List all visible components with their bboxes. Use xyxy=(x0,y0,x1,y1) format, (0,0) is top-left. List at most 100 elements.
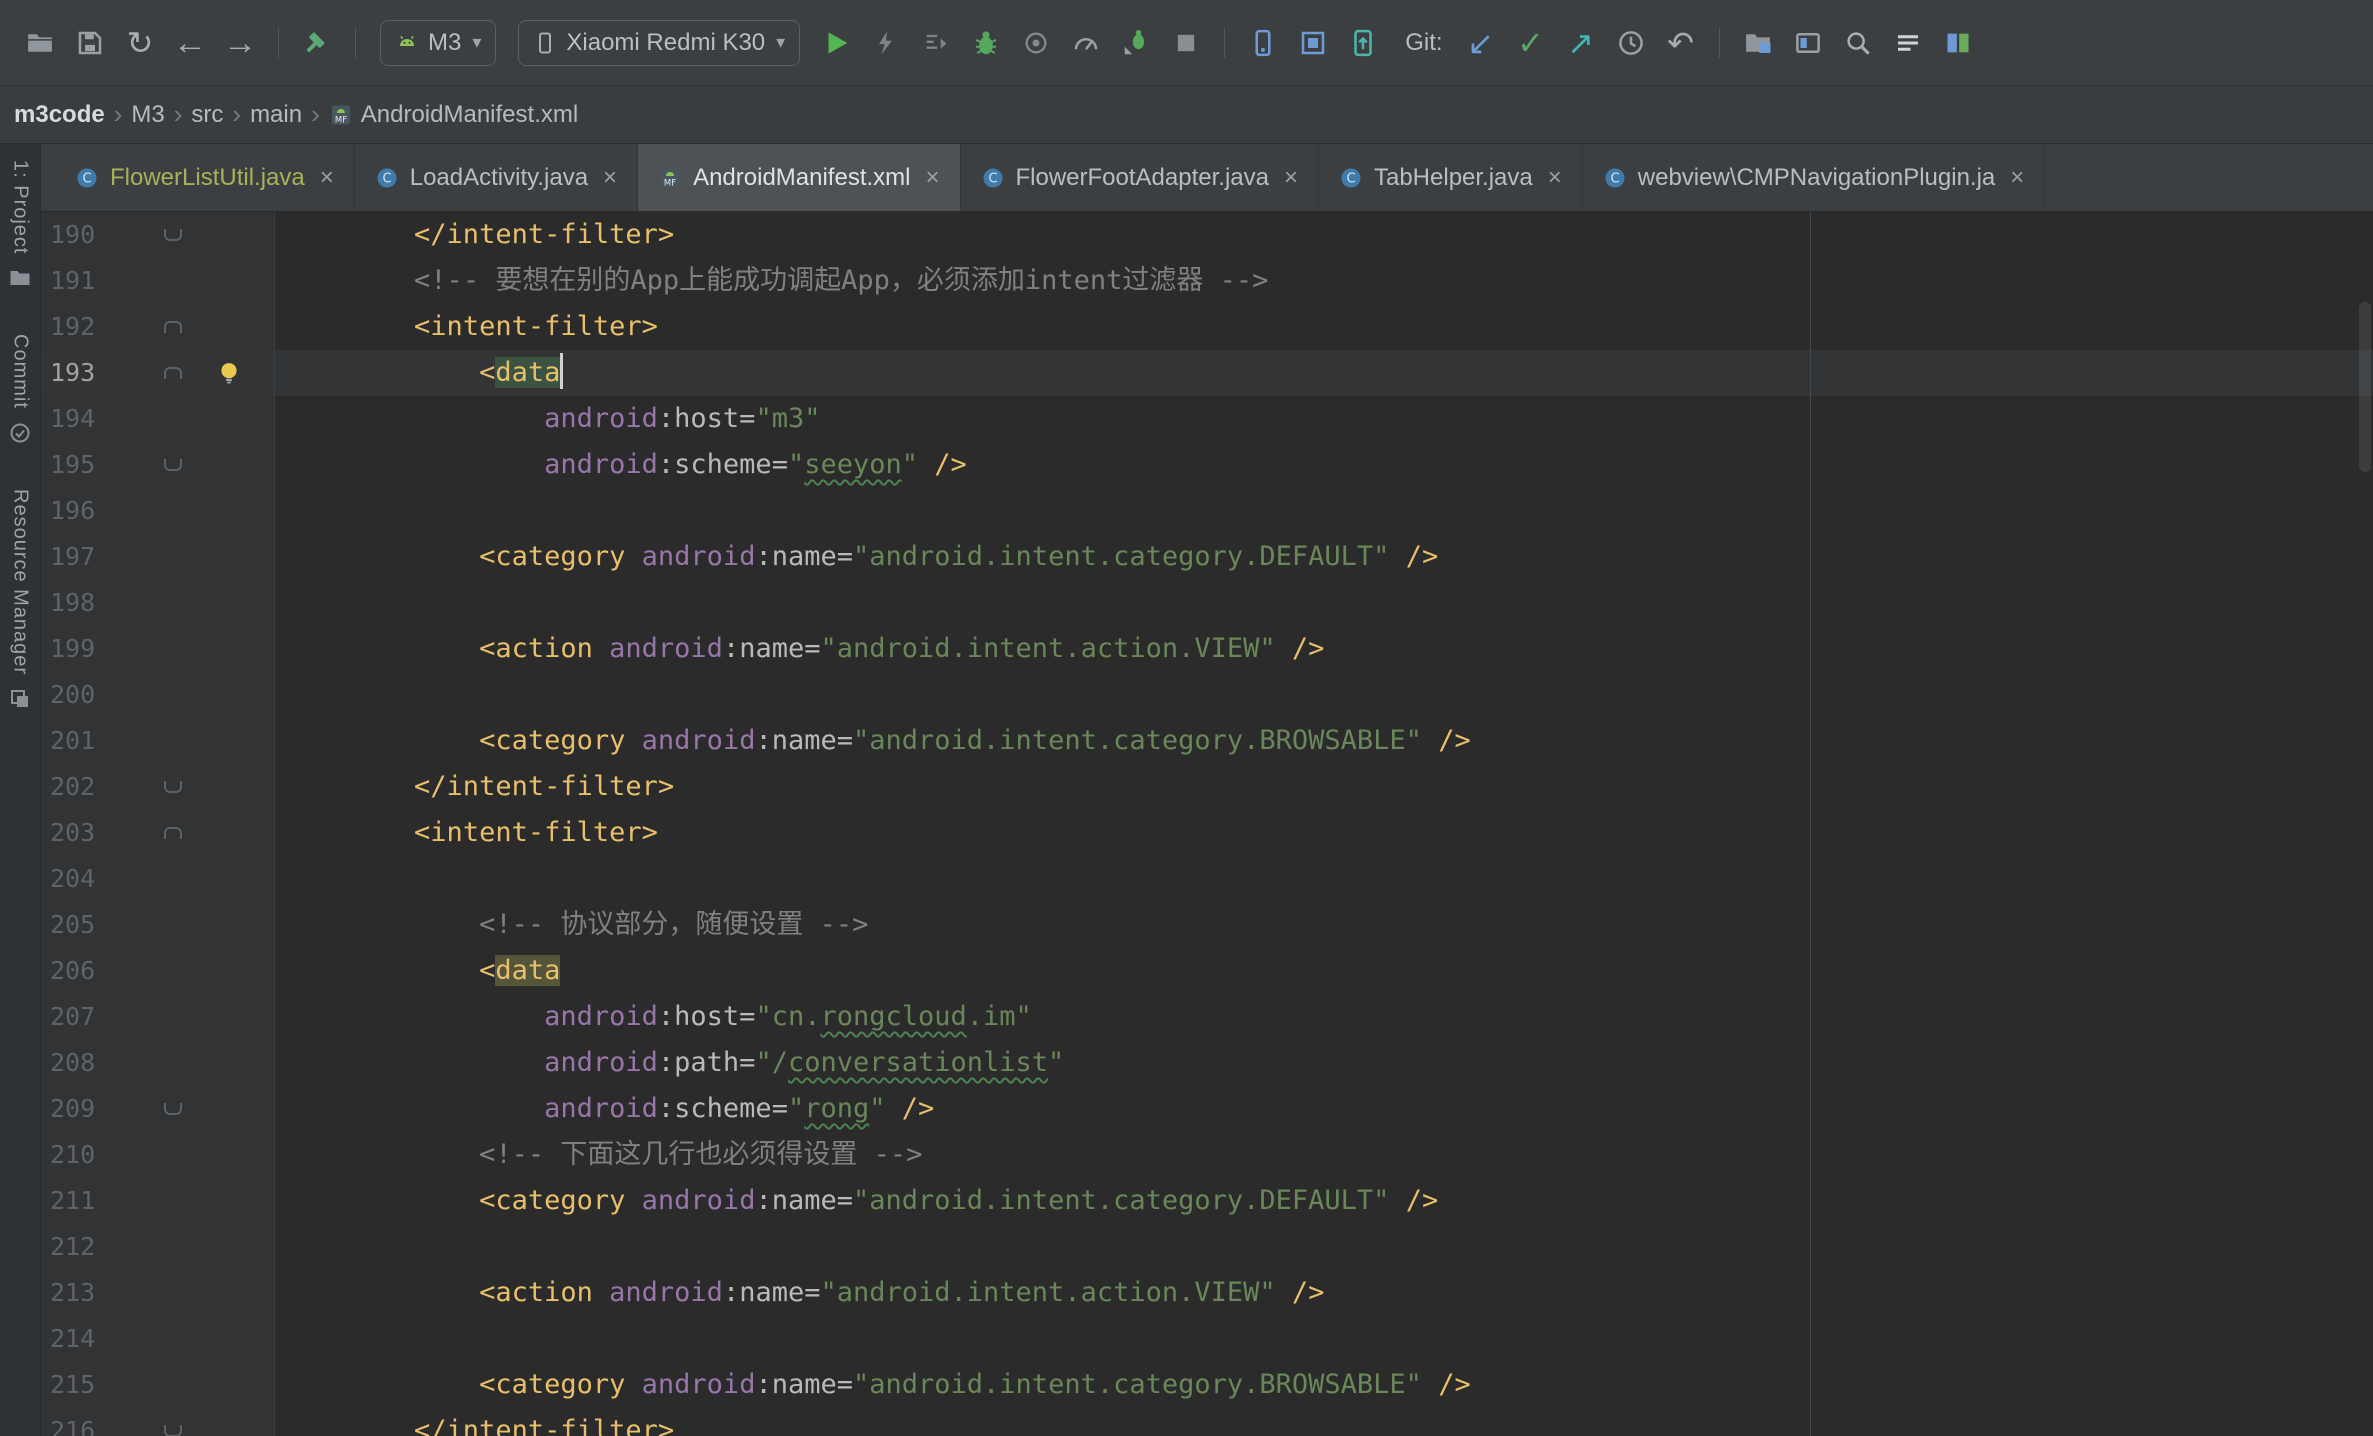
fold-marker-icon[interactable] xyxy=(164,1103,182,1115)
close-icon[interactable]: × xyxy=(320,164,334,192)
tab-androidmanifest-xml[interactable]: MFAndroidManifest.xml× xyxy=(638,144,960,211)
code-line[interactable]: android:path="/conversationlist" xyxy=(275,1040,2373,1086)
apply-code-changes-button[interactable] xyxy=(914,20,958,66)
run-config-select[interactable]: M3▾ xyxy=(380,20,496,66)
code-line[interactable] xyxy=(275,1224,2373,1270)
fold-marker-icon[interactable] xyxy=(164,321,182,333)
code-token: .im" xyxy=(967,1001,1032,1032)
debug-button[interactable] xyxy=(964,20,1008,66)
device-select[interactable]: Xiaomi Redmi K30▾ xyxy=(518,20,800,66)
tool-button-resource-manager[interactable]: Resource Manager xyxy=(8,489,32,711)
run-button[interactable] xyxy=(814,20,858,66)
code-line[interactable]: android:scheme="rong" /> xyxy=(275,1086,2373,1132)
breadcrumb-item-src[interactable]: src xyxy=(191,101,223,129)
save-all-button[interactable] xyxy=(68,20,112,66)
device-manager-icon xyxy=(1944,29,1972,57)
device-file-explorer-button[interactable] xyxy=(1341,20,1385,66)
code-line[interactable] xyxy=(275,488,2373,534)
code-line[interactable]: <category android:name="android.intent.c… xyxy=(275,1362,2373,1408)
fold-marker-icon[interactable] xyxy=(164,1425,182,1436)
editor-preview-button[interactable] xyxy=(1786,20,1830,66)
fold-marker-icon[interactable] xyxy=(164,459,182,471)
code-token: android xyxy=(544,403,658,434)
code-line[interactable]: <!-- 下面这几行也必须得设置 --> xyxy=(275,1132,2373,1178)
editor-scrollbar[interactable] xyxy=(2357,212,2373,1436)
code-line[interactable]: <category android:name="android.intent.c… xyxy=(275,718,2373,764)
layout-inspector-button[interactable] xyxy=(1291,20,1335,66)
editor-line-190: 190 </intent-filter> xyxy=(41,212,2373,258)
code-line[interactable]: <action android:name="android.intent.act… xyxy=(275,626,2373,672)
close-icon[interactable]: × xyxy=(1548,164,1562,192)
code-line[interactable] xyxy=(275,672,2373,718)
code-line[interactable] xyxy=(275,1316,2373,1362)
code-line[interactable]: </intent-filter> xyxy=(275,764,2373,810)
code-line[interactable]: <intent-filter> xyxy=(275,304,2373,350)
fold-marker-icon[interactable] xyxy=(164,367,182,379)
stop-button[interactable] xyxy=(1164,20,1208,66)
close-icon[interactable]: × xyxy=(2010,164,2024,192)
code-line[interactable]: </intent-filter> xyxy=(275,212,2373,258)
sync-button[interactable]: ↻ xyxy=(118,20,162,66)
breadcrumb-item-m3[interactable]: M3 xyxy=(131,101,164,129)
code-line[interactable]: android:host="m3" xyxy=(275,396,2373,442)
tab-label: FlowerListUtil.java xyxy=(110,164,305,192)
profile-button[interactable] xyxy=(1064,20,1108,66)
open-project-button[interactable] xyxy=(18,20,62,66)
fold-marker-icon[interactable] xyxy=(164,827,182,839)
code-line[interactable]: <intent-filter> xyxy=(275,810,2373,856)
breadcrumb-item-main[interactable]: main xyxy=(250,101,302,129)
git-push-button[interactable]: ↗ xyxy=(1559,20,1603,66)
tab-webview-cmpnavigationplugin-ja[interactable]: Cwebview\CMPNavigationPlugin.ja× xyxy=(1583,144,2046,211)
code-line[interactable]: android:host="cn.rongcloud.im" xyxy=(275,994,2373,1040)
fold-marker-icon[interactable] xyxy=(164,229,182,241)
code-line[interactable]: <!-- 要想在别的App上能成功调起App，必须添加intent过滤器 --> xyxy=(275,258,2373,304)
tab-flowerfootadapter-java[interactable]: CFlowerFootAdapter.java× xyxy=(961,144,1319,211)
open-project-icon xyxy=(25,28,55,58)
screen-capture-button[interactable] xyxy=(1241,20,1285,66)
coverage-button[interactable] xyxy=(1014,20,1058,66)
project-structure-button[interactable] xyxy=(1736,20,1780,66)
back-button[interactable]: ← xyxy=(168,20,212,66)
breadcrumb-item-androidmanifest-xml[interactable]: MFAndroidManifest.xml xyxy=(329,101,578,129)
code-line[interactable]: </intent-filter> xyxy=(275,1408,2373,1436)
apply-changes-button[interactable] xyxy=(864,20,908,66)
attach-profiler-button[interactable] xyxy=(1114,20,1158,66)
code-token xyxy=(918,449,934,480)
close-icon[interactable]: × xyxy=(1284,164,1298,192)
gutter: 203 xyxy=(41,810,275,856)
line-number: 199 xyxy=(50,626,149,672)
close-icon[interactable]: × xyxy=(603,164,617,192)
build-button[interactable] xyxy=(295,20,339,66)
code-line[interactable]: <category android:name="android.intent.c… xyxy=(275,534,2373,580)
tool-button-commit[interactable]: Commit xyxy=(8,334,32,445)
code-line[interactable]: <category android:name="android.intent.c… xyxy=(275,1178,2373,1224)
fold-marker-icon[interactable] xyxy=(164,781,182,793)
code-line[interactable]: <data xyxy=(275,948,2373,994)
code-token: android xyxy=(544,1047,658,1078)
git-commit-button[interactable]: ✓ xyxy=(1509,20,1553,66)
code-line[interactable]: <data xyxy=(275,350,2373,396)
tab-loadactivity-java[interactable]: CLoadActivity.java× xyxy=(355,144,638,211)
screen-keyboard-button[interactable] xyxy=(1886,20,1930,66)
tool-button-project[interactable]: 1: Project xyxy=(8,160,32,290)
tab-tabhelper-java[interactable]: CTabHelper.java× xyxy=(1319,144,1583,211)
line-number: 197 xyxy=(50,534,149,580)
forward-button[interactable]: → xyxy=(218,20,262,66)
code-line[interactable]: android:scheme="seeyon" /> xyxy=(275,442,2373,488)
breadcrumb-item-m3code[interactable]: m3code xyxy=(14,101,105,129)
svg-text:C: C xyxy=(988,171,997,186)
intention-bulb-icon[interactable] xyxy=(215,359,243,387)
tab-flowerlistutil-java[interactable]: CFlowerListUtil.java× xyxy=(55,144,355,211)
scrollbar-thumb[interactable] xyxy=(2359,302,2371,472)
device-manager-button[interactable] xyxy=(1936,20,1980,66)
code-line[interactable]: <action android:name="android.intent.act… xyxy=(275,1270,2373,1316)
git-history-button[interactable] xyxy=(1609,20,1653,66)
code-line[interactable] xyxy=(275,580,2373,626)
editor[interactable]: 190 </intent-filter>191 <!-- 要想在别的App上能成… xyxy=(41,212,2373,1436)
code-line[interactable] xyxy=(275,856,2373,902)
git-rollback-button[interactable]: ↶ xyxy=(1659,20,1703,66)
close-icon[interactable]: × xyxy=(925,164,939,192)
git-update-button[interactable]: ↙ xyxy=(1459,20,1503,66)
search-everywhere-button[interactable] xyxy=(1836,20,1880,66)
code-line[interactable]: <!-- 协议部分，随便设置 --> xyxy=(275,902,2373,948)
